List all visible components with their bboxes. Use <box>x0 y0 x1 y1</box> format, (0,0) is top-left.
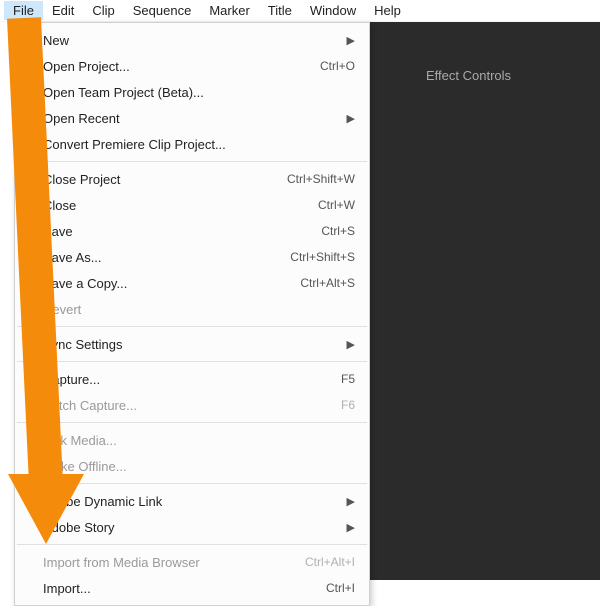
menu-item-label: Batch Capture... <box>43 398 331 413</box>
menu-item-shortcut: Ctrl+I <box>316 581 355 595</box>
menu-item-label: Convert Premiere Clip Project... <box>43 137 355 152</box>
menu-separator <box>17 422 367 423</box>
menu-item-save-as[interactable]: Save As...Ctrl+Shift+S <box>15 244 369 270</box>
menu-item-label: Open Team Project (Beta)... <box>43 85 355 100</box>
menu-item-shortcut: Ctrl+S <box>311 224 355 238</box>
menu-item-label: Capture... <box>43 372 331 387</box>
menu-item-label: Close Project <box>43 172 277 187</box>
file-menu-dropdown: New ▶ Open Project...Ctrl+O Open Team Proje… <box>14 22 370 606</box>
menu-item-label: Close <box>43 198 308 213</box>
menu-item-label: Save a Copy... <box>43 276 290 291</box>
menu-item-label: Sync Settings <box>43 337 337 352</box>
menu-item-label: Adobe Story <box>43 520 337 535</box>
menu-item-label: Revert <box>43 302 355 317</box>
menu-item-revert: Revert <box>15 296 369 322</box>
menu-item-label: Open Recent <box>43 111 337 126</box>
menu-item-open-team-project-beta[interactable]: Open Team Project (Beta)... <box>15 79 369 105</box>
menu-item-link-media: Link Media... <box>15 427 369 453</box>
chevron-right-icon: ▶ <box>347 521 355 534</box>
menu-item-convert-premiere-clip-project[interactable]: Convert Premiere Clip Project... <box>15 131 369 157</box>
menu-item-adobe-dynamic-link[interactable]: Adobe Dynamic Link ▶ <box>15 488 369 514</box>
menu-item-batch-capture: Batch Capture...F6 <box>15 392 369 418</box>
menu-item-shortcut: Ctrl+Shift+W <box>277 172 355 186</box>
menu-item-import-from-media-browser: Import from Media BrowserCtrl+Alt+I <box>15 549 369 575</box>
menu-item-import[interactable]: Import...Ctrl+I <box>15 575 369 601</box>
effect-controls-panel: Effect Controls <box>370 22 600 580</box>
menubar-item-title[interactable]: Title <box>259 1 301 20</box>
menu-item-label: Make Offline... <box>43 459 355 474</box>
menubar-item-help[interactable]: Help <box>365 1 410 20</box>
menu-item-close[interactable]: CloseCtrl+W <box>15 192 369 218</box>
menubar: FileEditClipSequenceMarkerTitleWindowHel… <box>0 0 600 22</box>
menu-item-capture[interactable]: Capture...F5 <box>15 366 369 392</box>
menu-item-adobe-story[interactable]: Adobe Story ▶ <box>15 514 369 540</box>
menu-item-save-a-copy[interactable]: Save a Copy...Ctrl+Alt+S <box>15 270 369 296</box>
menu-item-label: Adobe Dynamic Link <box>43 494 337 509</box>
menu-separator <box>17 326 367 327</box>
menu-item-label: Save <box>43 224 311 239</box>
chevron-right-icon: ▶ <box>347 495 355 508</box>
menu-item-label: New <box>43 33 337 48</box>
menu-item-label: Import... <box>43 581 316 596</box>
menu-item-label: Save As... <box>43 250 280 265</box>
menubar-item-sequence[interactable]: Sequence <box>124 1 201 20</box>
chevron-right-icon: ▶ <box>347 34 355 47</box>
menu-separator <box>17 361 367 362</box>
menu-item-label: Import from Media Browser <box>43 555 295 570</box>
menu-item-shortcut: F5 <box>331 372 355 386</box>
chevron-right-icon: ▶ <box>347 112 355 125</box>
menubar-item-edit[interactable]: Edit <box>43 1 83 20</box>
menu-item-make-offline: Make Offline... <box>15 453 369 479</box>
menubar-item-marker[interactable]: Marker <box>200 1 258 20</box>
menubar-item-clip[interactable]: Clip <box>83 1 123 20</box>
menu-item-shortcut: F6 <box>331 398 355 412</box>
menu-item-open-project[interactable]: Open Project...Ctrl+O <box>15 53 369 79</box>
menubar-item-file[interactable]: File <box>4 1 43 20</box>
menu-separator <box>17 161 367 162</box>
menu-item-shortcut: Ctrl+O <box>310 59 355 73</box>
menu-item-close-project[interactable]: Close ProjectCtrl+Shift+W <box>15 166 369 192</box>
menu-separator <box>17 483 367 484</box>
menu-item-sync-settings[interactable]: Sync Settings ▶ <box>15 331 369 357</box>
menu-item-shortcut: Ctrl+Alt+I <box>295 555 355 569</box>
menu-item-save[interactable]: SaveCtrl+S <box>15 218 369 244</box>
chevron-right-icon: ▶ <box>347 338 355 351</box>
menubar-item-window[interactable]: Window <box>301 1 365 20</box>
menu-item-shortcut: Ctrl+W <box>308 198 355 212</box>
menu-item-shortcut: Ctrl+Shift+S <box>280 250 355 264</box>
menu-item-shortcut: Ctrl+Alt+S <box>290 276 355 290</box>
menu-item-new[interactable]: New ▶ <box>15 27 369 53</box>
menu-separator <box>17 544 367 545</box>
menu-item-open-recent[interactable]: Open Recent ▶ <box>15 105 369 131</box>
menu-item-label: Link Media... <box>43 433 355 448</box>
panel-tab-label[interactable]: Effect Controls <box>426 68 511 83</box>
menu-item-label: Open Project... <box>43 59 310 74</box>
